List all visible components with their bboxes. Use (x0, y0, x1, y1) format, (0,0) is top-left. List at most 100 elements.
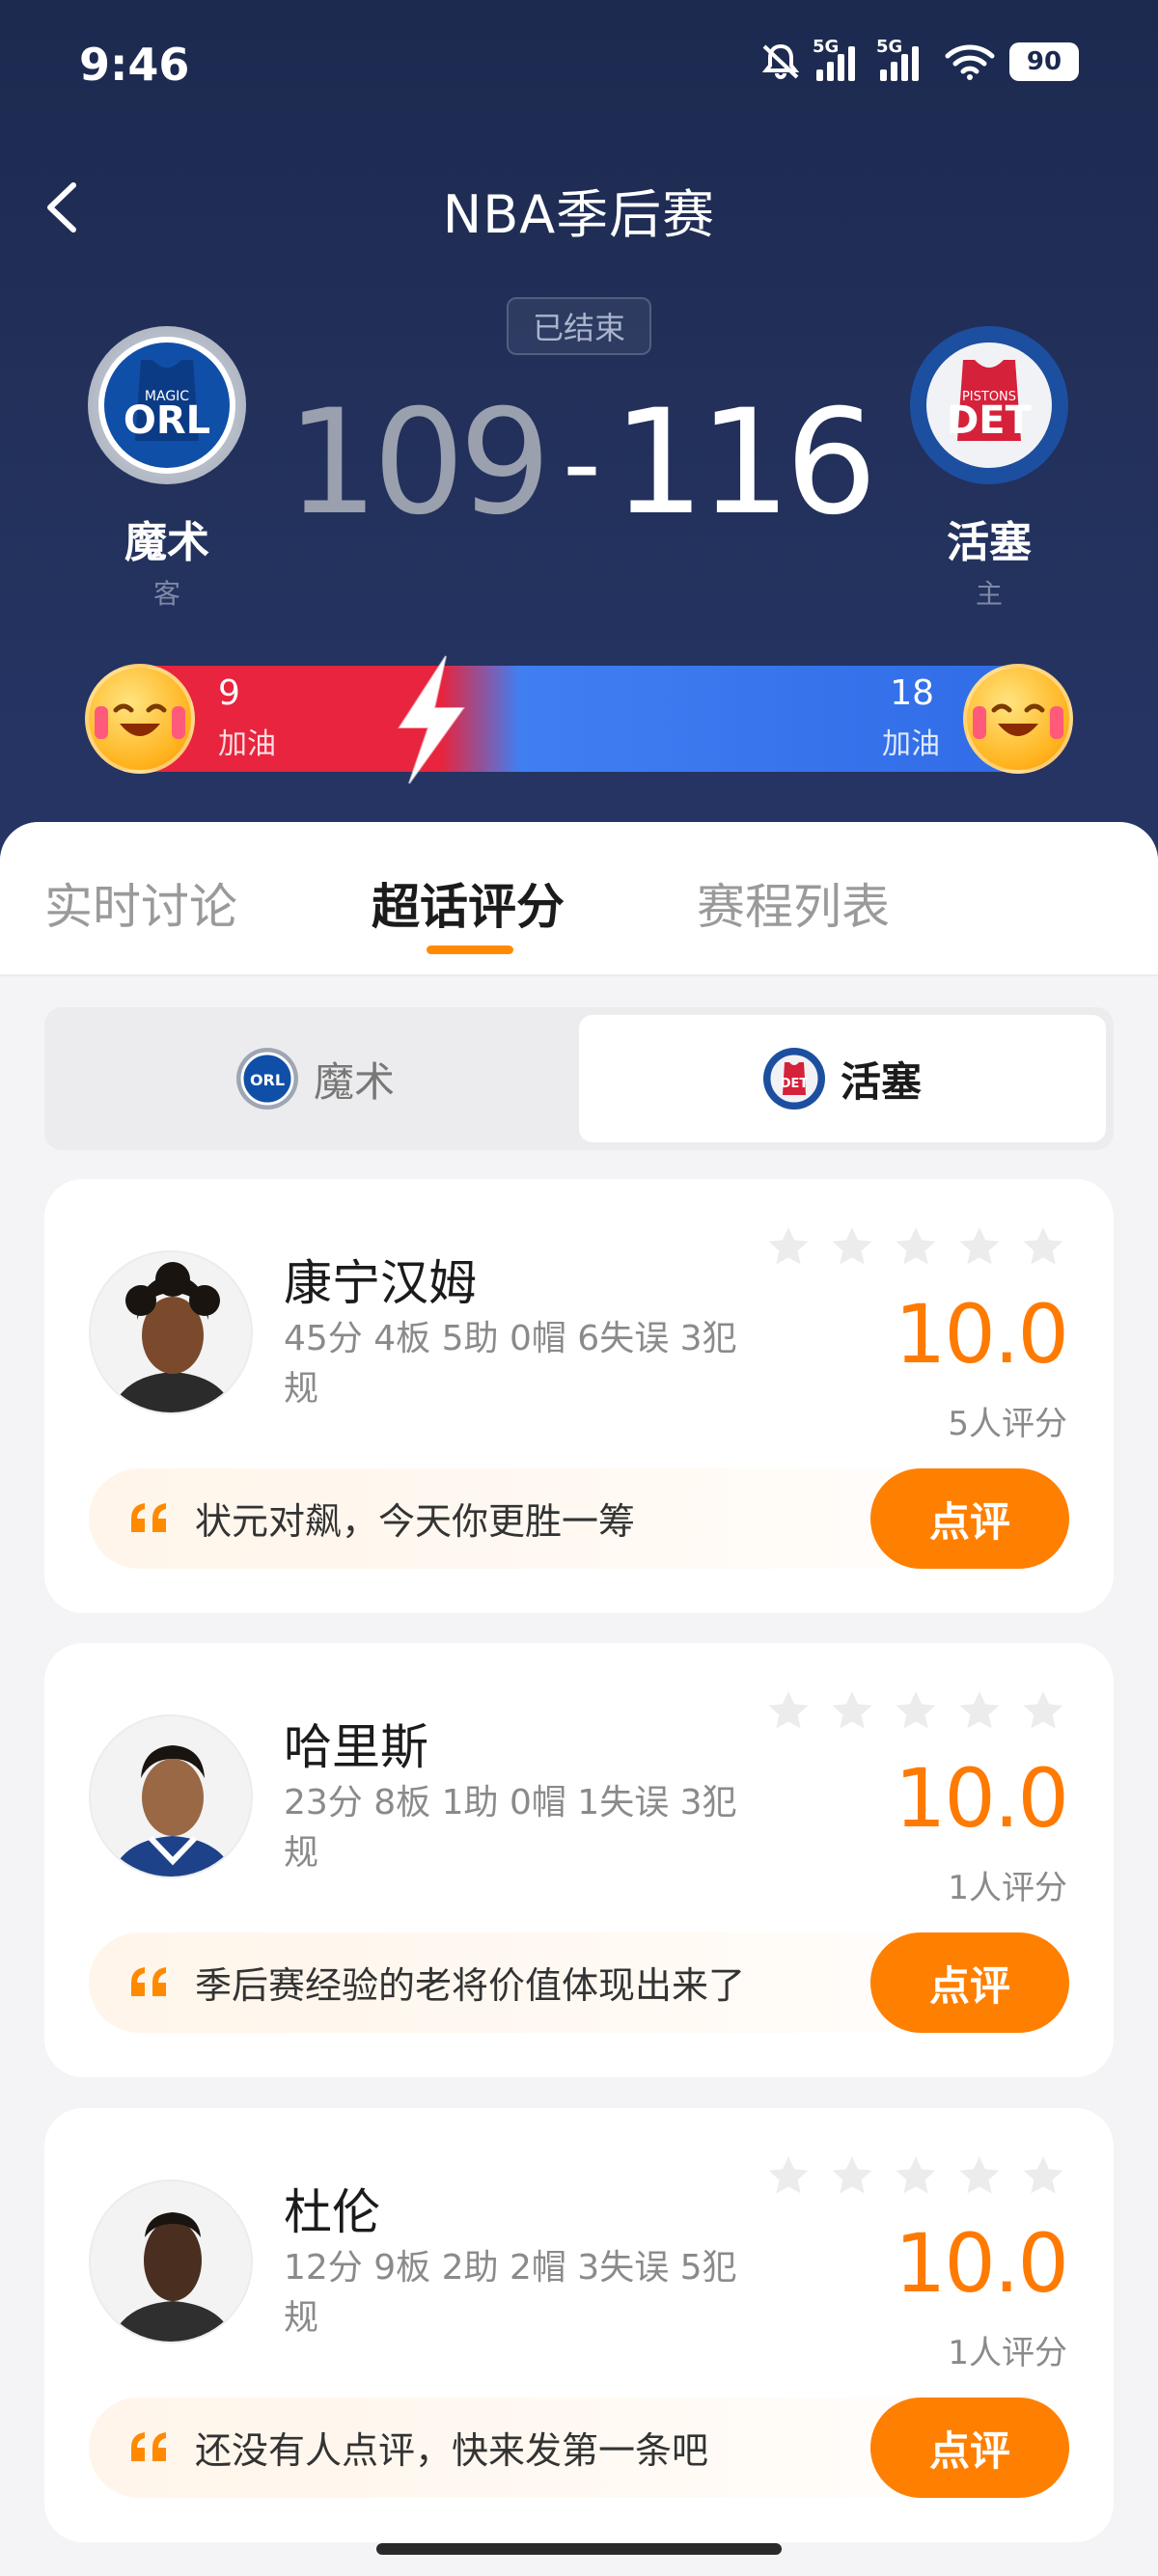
player-avatar (89, 1714, 253, 1878)
star-icon[interactable] (1019, 1687, 1067, 1736)
star-icon[interactable] (828, 2152, 876, 2201)
svg-text:ORL: ORL (124, 398, 210, 443)
signal-icon: 5G (876, 37, 930, 81)
content-sheet: 实时讨论 超话评分 赛程列表 ORL 魔术 DET 活塞 康宁汉姆 45分 4板… (0, 822, 1158, 2576)
star-icon[interactable] (764, 1687, 813, 1736)
player-avatar (89, 2179, 253, 2343)
home-indicator[interactable] (376, 2543, 782, 2555)
battery-icon: 90 (1009, 42, 1079, 81)
player-stats: 12分 9板 2助 2帽 3失误 5犯规 (284, 2248, 737, 2338)
player-card[interactable]: 杜伦 12分 9板 2助 2帽 3失误 5犯规 10.0 1人评分 还没有人点评… (44, 2108, 1114, 2542)
player-name: 哈里斯 (284, 1719, 428, 1775)
page-title: NBA季后赛 (442, 184, 716, 245)
home-cheer-label: 加油 (882, 727, 940, 761)
svg-text:ORL: ORL (250, 1071, 285, 1089)
player-stats: 45分 4板 5助 0帽 6失误 3犯规 (284, 1319, 737, 1409)
det-logo: PISTONS DET (910, 326, 1068, 484)
tab-active-indicator (427, 945, 513, 954)
star-icon[interactable] (828, 1687, 876, 1736)
lightning-icon (398, 655, 465, 784)
quote-icon (131, 2432, 166, 2461)
segment-away-label: 魔术 (313, 1057, 395, 1106)
home-team[interactable]: PISTONS DET 活塞 主 (907, 326, 1071, 612)
away-team-name: 魔术 (124, 518, 209, 567)
star-rating[interactable] (764, 1223, 1067, 1272)
team-logo-icon: PISTONS DET (921, 337, 1058, 474)
player-name: 康宁汉姆 (284, 1255, 477, 1311)
star-icon[interactable] (1019, 1223, 1067, 1272)
orl-logo-icon: ORL (235, 1048, 298, 1110)
mute-icon (761, 43, 800, 79)
star-rating[interactable] (764, 2152, 1067, 2201)
star-icon[interactable] (828, 1223, 876, 1272)
player-card[interactable]: 哈里斯 23分 8板 1助 0帽 1失误 3犯规 10.0 1人评分 季后赛经验… (44, 1643, 1114, 2077)
star-icon[interactable] (955, 2152, 1004, 2201)
svg-text:DET: DET (781, 1077, 809, 1091)
away-score: 109 (286, 379, 551, 547)
det-logo-icon: DET (762, 1048, 825, 1110)
top-comment[interactable]: 状元对飙，今天你更胜一筹 点评 (89, 1468, 1069, 1569)
nav-bar: NBA季后赛 (0, 164, 1158, 251)
home-cheer-count: 18 (890, 673, 934, 713)
score-separator: - (563, 401, 601, 525)
signal-label: 5G (813, 37, 840, 57)
cheer-bar: 9 加油 18 加油 (85, 655, 1073, 784)
review-button[interactable]: 点评 (870, 2398, 1069, 2498)
player-rating: 10.0 (894, 1287, 1069, 1382)
star-icon[interactable] (955, 1223, 1004, 1272)
star-rating[interactable] (764, 1687, 1067, 1736)
top-comment[interactable]: 季后赛经验的老将价值体现出来了 点评 (89, 1932, 1069, 2033)
segment-home-label: 活塞 (840, 1057, 922, 1106)
star-icon[interactable] (764, 2152, 813, 2201)
top-comment[interactable]: 还没有人点评，快来发第一条吧 点评 (89, 2398, 1069, 2498)
star-icon[interactable] (1019, 2152, 1067, 2201)
rating-count: 1人评分 (948, 2334, 1067, 2372)
tab-bar: 实时讨论 超话评分 赛程列表 (0, 822, 1158, 976)
player-stats: 23分 8板 1助 0帽 1失误 3犯规 (284, 1783, 737, 1873)
signal-label: 5G (876, 37, 903, 57)
home-team-name: 活塞 (947, 518, 1032, 567)
signal-icon: 5G (813, 37, 867, 81)
away-cheer-label: 加油 (218, 727, 276, 761)
status-bar: 9:46 5G 5G 90 (79, 37, 1079, 96)
cheer-emoji-icon[interactable] (963, 664, 1073, 774)
tab-player-ratings[interactable]: 超话评分 (372, 868, 565, 938)
status-icons: 5G 5G 90 (758, 37, 1079, 81)
player-avatar (89, 1250, 253, 1414)
game-header: 9:46 5G 5G 90 NBA季后赛 已结束 MAGIC ORL 魔术 客 … (0, 0, 1158, 868)
segment-away-team[interactable]: ORL 魔术 (52, 1015, 579, 1142)
home-team-role: 主 (975, 578, 1003, 610)
wifi-icon (945, 44, 995, 80)
tab-live-discussion[interactable]: 实时讨论 (44, 868, 237, 938)
away-cheer-count: 9 (218, 673, 240, 713)
rating-count: 5人评分 (948, 1405, 1067, 1443)
star-icon[interactable] (892, 1223, 940, 1272)
star-icon[interactable] (764, 1223, 813, 1272)
tab-schedule[interactable]: 赛程列表 (697, 868, 890, 938)
away-team[interactable]: MAGIC ORL 魔术 客 (85, 326, 249, 612)
star-icon[interactable] (892, 2152, 940, 2201)
status-time: 9:46 (79, 39, 190, 91)
home-score: 116 (612, 379, 877, 547)
game-status-badge: 已结束 (507, 297, 651, 355)
orl-logo: MAGIC ORL (88, 326, 246, 484)
team-logo-icon: MAGIC ORL (98, 337, 235, 474)
segment-home-team[interactable]: DET 活塞 (579, 1015, 1106, 1142)
cheer-emoji-icon[interactable] (85, 664, 195, 774)
away-team-role: 客 (152, 578, 180, 610)
player-card[interactable]: 康宁汉姆 45分 4板 5助 0帽 6失误 3犯规 10.0 5人评分 状元对飙… (44, 1179, 1114, 1613)
star-icon[interactable] (892, 1687, 940, 1736)
review-button[interactable]: 点评 (870, 1932, 1069, 2033)
comment-text: 季后赛经验的老将价值体现出来了 (195, 1964, 746, 2007)
star-icon[interactable] (955, 1687, 1004, 1736)
quote-icon (131, 1503, 166, 1532)
quote-icon (131, 1967, 166, 1996)
player-rating: 10.0 (894, 1751, 1069, 1846)
rating-count: 1人评分 (948, 1869, 1067, 1907)
team-segment-control: ORL 魔术 DET 活塞 (44, 1007, 1114, 1150)
scoreboard: 109 - 116 (287, 379, 877, 547)
review-button[interactable]: 点评 (870, 1468, 1069, 1569)
svg-text:DET: DET (947, 398, 1033, 443)
player-name: 杜伦 (284, 2184, 380, 2240)
player-rating: 10.0 (894, 2216, 1069, 2311)
